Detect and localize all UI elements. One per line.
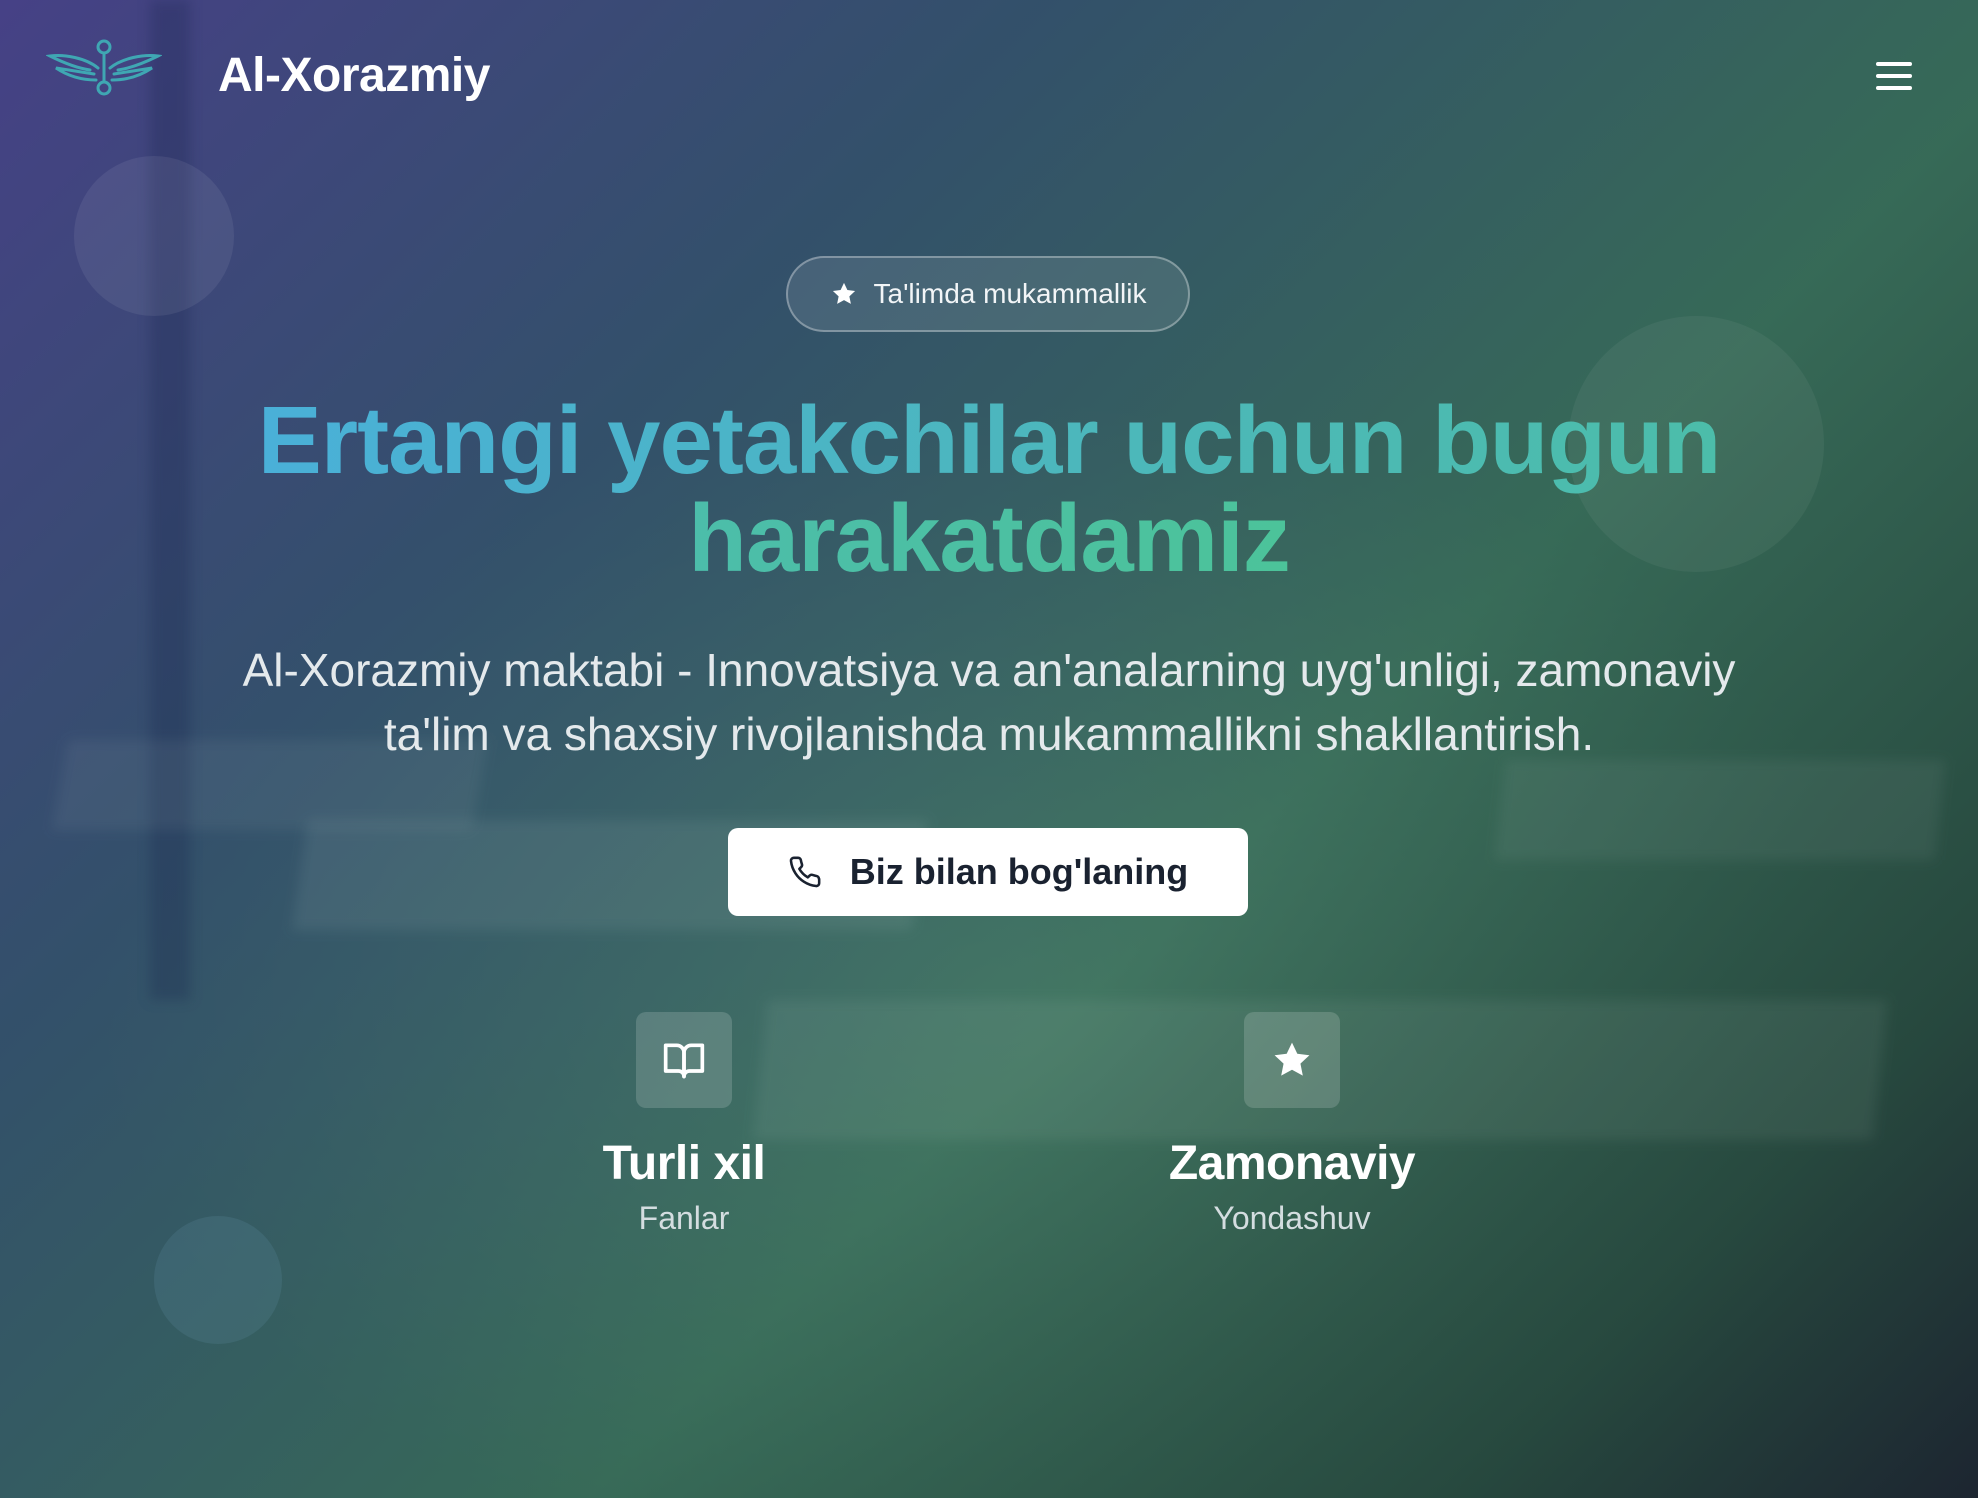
decorative-circle [74, 156, 234, 316]
feature-title: Zamonaviy [1168, 1137, 1416, 1190]
feature-item: Turli xil Fanlar [504, 1012, 864, 1238]
decorative-circle [154, 1216, 282, 1344]
winged-emblem-icon[interactable] [45, 38, 163, 98]
headline-text: Ertangi yetakchilar uchun bugun harakatd… [257, 387, 1722, 592]
feature-subtitle: Fanlar [638, 1200, 730, 1236]
brand-name[interactable]: Al-Xorazmiy [218, 48, 490, 103]
hero-headline: Ertangi yetakchilar uchun bugun harakatd… [140, 392, 1838, 588]
book-open-icon [663, 1043, 705, 1079]
hero-description: Al-Xorazmiy maktabi - Innovatsiya va an'… [242, 644, 1736, 760]
background-photo-shape [1494, 760, 1946, 860]
feature-subtitle: Yondashuv [1213, 1200, 1371, 1236]
feature-icon-box [636, 1012, 732, 1108]
site-header: Al-Xorazmiy [0, 0, 1978, 150]
feature-title: Turli xil [602, 1137, 766, 1190]
feature-icon-box [1244, 1012, 1340, 1108]
feature-item: Zamonaviy Yondashuv [1112, 1012, 1472, 1238]
hero-section: Al-Xorazmiy Ta'limda mukammallik Ertangi… [0, 0, 1978, 1498]
hamburger-menu-icon[interactable] [1868, 56, 1916, 96]
badge-text: Ta'limda mukammallik [873, 278, 1147, 309]
contact-us-button[interactable]: Biz bilan bog'laning [728, 828, 1248, 916]
star-icon [832, 282, 855, 304]
phone-icon [789, 856, 821, 888]
contact-us-label: Biz bilan bog'laning [849, 851, 1189, 892]
tagline-badge: Ta'limda mukammallik [786, 256, 1190, 332]
star-icon [1274, 1042, 1310, 1076]
